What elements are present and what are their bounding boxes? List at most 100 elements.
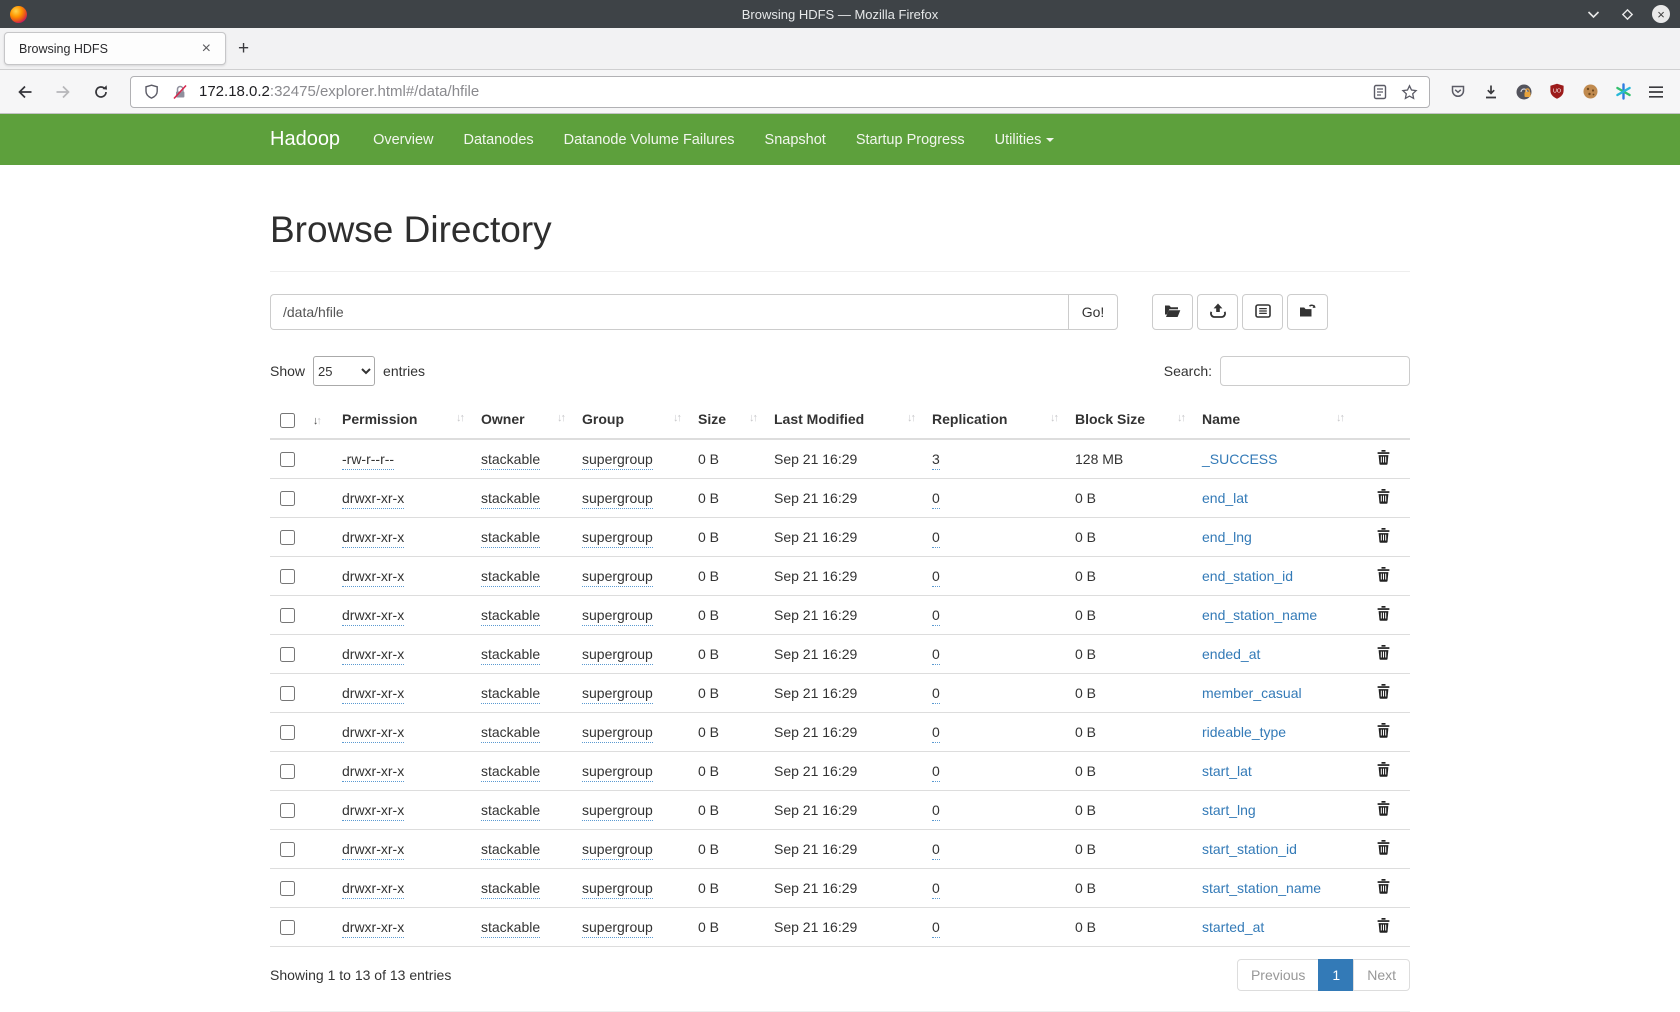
- select-all-checkbox[interactable]: [280, 413, 295, 428]
- owner-cell[interactable]: stackable: [481, 529, 540, 548]
- group-cell[interactable]: supergroup: [582, 763, 653, 782]
- nav-snapshot[interactable]: Snapshot: [750, 132, 841, 148]
- file-name-link[interactable]: end_station_name: [1202, 607, 1317, 623]
- go-button[interactable]: Go!: [1068, 294, 1118, 330]
- downloads-icon[interactable]: [1481, 82, 1501, 102]
- replication-cell[interactable]: 0: [932, 490, 940, 509]
- replication-cell[interactable]: 0: [932, 919, 940, 938]
- delete-trash-icon[interactable]: [1377, 608, 1390, 624]
- permission-cell[interactable]: drwxr-xr-x: [342, 685, 404, 704]
- permission-cell[interactable]: drwxr-xr-x: [342, 763, 404, 782]
- search-input[interactable]: [1220, 356, 1410, 386]
- owner-cell[interactable]: stackable: [481, 724, 540, 743]
- owner-cell[interactable]: stackable: [481, 490, 540, 509]
- permission-cell[interactable]: drwxr-xr-x: [342, 880, 404, 899]
- file-name-link[interactable]: start_lat: [1202, 763, 1252, 779]
- delete-trash-icon[interactable]: [1377, 764, 1390, 780]
- group-cell[interactable]: supergroup: [582, 529, 653, 548]
- row-checkbox[interactable]: [280, 647, 295, 662]
- pagination-next[interactable]: Next: [1353, 959, 1410, 991]
- row-checkbox[interactable]: [280, 803, 295, 818]
- bookmark-star-icon[interactable]: [1399, 82, 1419, 102]
- group-cell[interactable]: supergroup: [582, 646, 653, 665]
- cut-selections-button[interactable]: [1242, 294, 1283, 330]
- group-cell[interactable]: supergroup: [582, 490, 653, 509]
- file-name-link[interactable]: rideable_type: [1202, 724, 1286, 740]
- file-name-link[interactable]: start_station_id: [1202, 841, 1297, 857]
- owner-cell[interactable]: stackable: [481, 685, 540, 704]
- file-name-link[interactable]: start_station_name: [1202, 880, 1321, 896]
- row-checkbox[interactable]: [280, 569, 295, 584]
- pocket-icon[interactable]: [1448, 82, 1468, 102]
- reload-button[interactable]: [86, 77, 116, 107]
- row-checkbox[interactable]: [280, 725, 295, 740]
- permission-cell[interactable]: drwxr-xr-x: [342, 607, 404, 626]
- row-checkbox[interactable]: [280, 920, 295, 935]
- delete-trash-icon[interactable]: [1377, 452, 1390, 468]
- delete-trash-icon[interactable]: [1377, 920, 1390, 936]
- tracking-protection-shield-icon[interactable]: [141, 82, 161, 102]
- ublock-origin-icon[interactable]: UO: [1547, 82, 1567, 102]
- replication-cell[interactable]: 0: [932, 529, 940, 548]
- owner-cell[interactable]: stackable: [481, 919, 540, 938]
- file-name-link[interactable]: member_casual: [1202, 685, 1302, 701]
- group-cell[interactable]: supergroup: [582, 802, 653, 821]
- delete-trash-icon[interactable]: [1377, 647, 1390, 663]
- group-cell[interactable]: supergroup: [582, 724, 653, 743]
- cookie-extension-icon[interactable]: [1580, 82, 1600, 102]
- column-header-replication[interactable]: Replication↓↑: [932, 402, 1075, 439]
- browser-tab[interactable]: Browsing HDFS ×: [4, 32, 226, 65]
- column-header-permission[interactable]: Permission↓↑: [342, 402, 481, 439]
- reader-mode-icon[interactable]: [1370, 82, 1390, 102]
- proxy-extension-icon[interactable]: [1514, 82, 1534, 102]
- replication-cell[interactable]: 0: [932, 841, 940, 860]
- nav-utilities-dropdown[interactable]: Utilities: [980, 132, 1070, 148]
- column-header-size[interactable]: Size↓↑: [698, 402, 774, 439]
- column-header-name[interactable]: Name↓↑: [1202, 402, 1361, 439]
- delete-trash-icon[interactable]: [1377, 842, 1390, 858]
- replication-cell[interactable]: 0: [932, 607, 940, 626]
- pagination-previous[interactable]: Previous: [1237, 959, 1319, 991]
- permission-cell[interactable]: drwxr-xr-x: [342, 568, 404, 587]
- nav-startup-progress[interactable]: Startup Progress: [841, 132, 980, 148]
- owner-cell[interactable]: stackable: [481, 568, 540, 587]
- group-cell[interactable]: supergroup: [582, 607, 653, 626]
- group-cell[interactable]: supergroup: [582, 841, 653, 860]
- page-size-select[interactable]: 25: [313, 356, 375, 386]
- window-maximize-button[interactable]: [1618, 5, 1636, 23]
- delete-trash-icon[interactable]: [1377, 491, 1390, 507]
- nav-overview[interactable]: Overview: [358, 132, 448, 148]
- row-checkbox[interactable]: [280, 530, 295, 545]
- replication-cell[interactable]: 0: [932, 646, 940, 665]
- replication-cell[interactable]: 3: [932, 451, 940, 470]
- url-text[interactable]: 172.18.0.2:32475/explorer.html#/data/hfi…: [199, 83, 1361, 100]
- permission-cell[interactable]: drwxr-xr-x: [342, 802, 404, 821]
- permission-cell[interactable]: -rw-r--r--: [342, 451, 394, 470]
- group-cell[interactable]: supergroup: [582, 451, 653, 470]
- permission-cell[interactable]: drwxr-xr-x: [342, 646, 404, 665]
- permission-cell[interactable]: drwxr-xr-x: [342, 919, 404, 938]
- window-close-button[interactable]: ×: [1652, 5, 1670, 23]
- url-bar[interactable]: 172.18.0.2:32475/explorer.html#/data/hfi…: [130, 76, 1430, 108]
- back-button[interactable]: [10, 77, 40, 107]
- replication-cell[interactable]: 0: [932, 685, 940, 704]
- delete-trash-icon[interactable]: [1377, 803, 1390, 819]
- delete-trash-icon[interactable]: [1377, 569, 1390, 585]
- paste-selections-button[interactable]: [1287, 294, 1328, 330]
- owner-cell[interactable]: stackable: [481, 880, 540, 899]
- forward-button[interactable]: [48, 77, 78, 107]
- directory-path-input[interactable]: [270, 294, 1068, 330]
- nav-datanode-volume-failures[interactable]: Datanode Volume Failures: [549, 132, 750, 148]
- file-name-link[interactable]: end_lng: [1202, 529, 1252, 545]
- row-checkbox[interactable]: [280, 686, 295, 701]
- delete-trash-icon[interactable]: [1377, 530, 1390, 546]
- create-directory-button[interactable]: [1152, 294, 1193, 330]
- replication-cell[interactable]: 0: [932, 568, 940, 587]
- permission-cell[interactable]: drwxr-xr-x: [342, 841, 404, 860]
- delete-trash-icon[interactable]: [1377, 725, 1390, 741]
- owner-cell[interactable]: stackable: [481, 607, 540, 626]
- row-checkbox[interactable]: [280, 452, 295, 467]
- nav-datanodes[interactable]: Datanodes: [449, 132, 549, 148]
- row-checkbox[interactable]: [280, 764, 295, 779]
- permission-cell[interactable]: drwxr-xr-x: [342, 529, 404, 548]
